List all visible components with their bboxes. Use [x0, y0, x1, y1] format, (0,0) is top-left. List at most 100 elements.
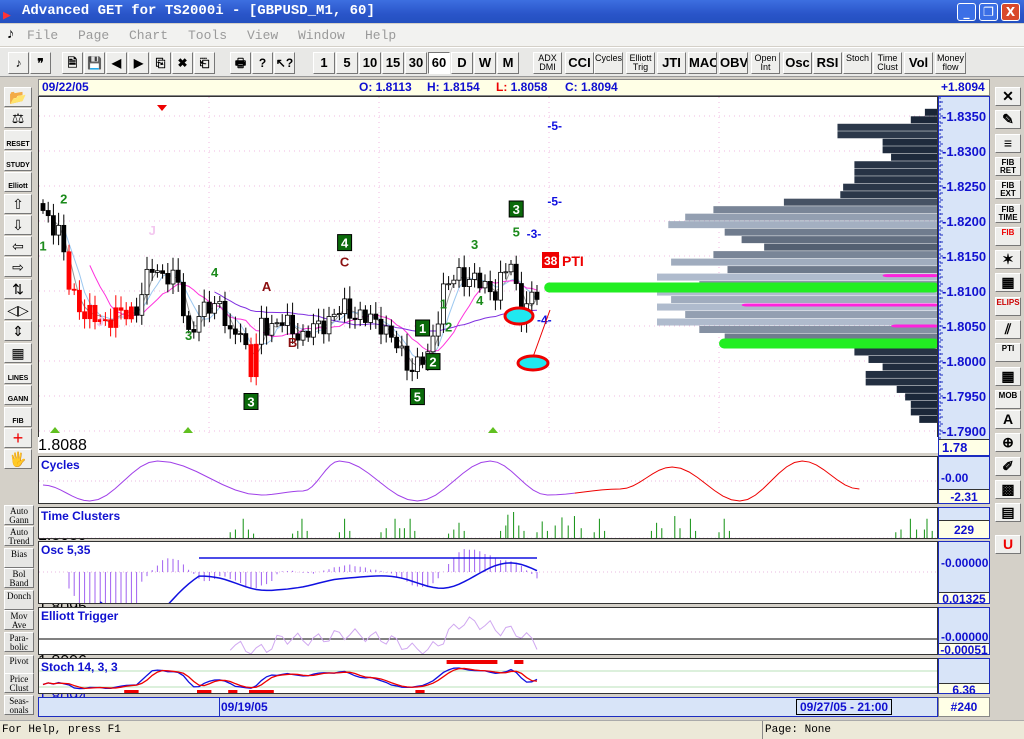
help-icon[interactable]: ?: [252, 52, 273, 74]
price-axis[interactable]: -1.8350 -1.8300 -1.8250 -1.8200 -1.8150 -1.81…: [938, 96, 990, 456]
back-icon[interactable]: ◀: [106, 52, 127, 74]
right-tool-pencil-button[interactable]: ✎: [995, 110, 1021, 130]
left-study-auto-trend[interactable]: Auto Trend: [4, 526, 34, 546]
menu-window[interactable]: Window: [298, 28, 345, 43]
right-tool-report-button[interactable]: ▤: [995, 503, 1021, 523]
quote-icon[interactable]: ❞: [30, 52, 51, 74]
left-study-auto-gann[interactable]: Auto Gann: [4, 505, 34, 525]
minimize-button[interactable]: _: [957, 3, 976, 21]
menu-tools[interactable]: Tools: [188, 28, 227, 43]
price-chart[interactable]: 1 2 J J 3 4 A B C 4 3 1 2 5 1 2 3 4 5 3 -5- -5- -3- -4- 38 PTI: [38, 96, 938, 441]
menu-help[interactable]: Help: [365, 28, 396, 43]
interval-M[interactable]: M: [497, 52, 519, 74]
new-page-icon[interactable]: 🗎: [62, 52, 83, 74]
left-tool-hand-print[interactable]: 🖐: [4, 449, 32, 470]
copy-icon[interactable]: ⎘: [150, 52, 171, 74]
context-help-icon[interactable]: ↖?: [274, 52, 295, 74]
print-icon[interactable]: 🖶: [230, 52, 251, 74]
right-tool-close-tool-button[interactable]: ✕: [995, 87, 1021, 106]
interval-60[interactable]: 60: [428, 52, 450, 74]
study-elliott-trig[interactable]: Elliott Trig: [626, 52, 655, 74]
paste-icon[interactable]: ⎗: [194, 52, 215, 74]
interval-30[interactable]: 30: [405, 52, 427, 74]
study-jti[interactable]: JTI: [657, 52, 686, 74]
right-tool-fib-ext-button[interactable]: FIB EXT: [995, 180, 1021, 200]
left-tool-study[interactable]: STUDY: [4, 150, 32, 171]
left-study-donch[interactable]: Donch: [4, 590, 34, 610]
study-stoch[interactable]: Stoch: [843, 52, 872, 74]
study-open-int[interactable]: Open Int: [751, 52, 780, 74]
study-obv[interactable]: OBV: [719, 52, 748, 74]
time-clusters-panel[interactable]: Time Clusters: [38, 507, 938, 539]
left-tool-crosshair[interactable]: +: [4, 427, 32, 448]
right-tool-pti-button[interactable]: PTI: [995, 343, 1021, 363]
menu-view[interactable]: View: [247, 28, 278, 43]
restore-button[interactable]: ❐: [979, 3, 998, 21]
left-study-pivot[interactable]: Pivot: [4, 655, 34, 675]
study-adx-dmi[interactable]: ADX DMI: [533, 52, 562, 74]
cycles-panel[interactable]: Cycles: [38, 456, 938, 504]
study-cycles[interactable]: Cycles: [594, 52, 623, 74]
left-study-bol-band[interactable]: Bol Band: [4, 568, 34, 588]
study-macd[interactable]: MACD: [688, 52, 717, 74]
study-osc[interactable]: Osc: [783, 52, 812, 74]
left-tool-arrow-right[interactable]: ⇨: [4, 257, 32, 278]
right-tool-mob-button[interactable]: MOB: [995, 389, 1021, 409]
right-tool-lines-button[interactable]: ≡: [995, 133, 1021, 153]
right-tool-eraser-button[interactable]: ✐: [995, 456, 1021, 476]
left-tool-lines[interactable]: LINES: [4, 363, 32, 384]
menu-chart[interactable]: Chart: [129, 28, 168, 43]
menu-page[interactable]: Page: [78, 28, 109, 43]
study-cci[interactable]: CCI: [565, 52, 594, 74]
save-icon[interactable]: 💾: [84, 52, 105, 74]
interval-W[interactable]: W: [474, 52, 496, 74]
delete-icon[interactable]: ✖: [172, 52, 193, 74]
left-tool-scales[interactable]: ⚖: [4, 108, 32, 129]
right-tool-text-button[interactable]: A: [995, 410, 1021, 429]
menu-file[interactable]: File: [27, 28, 58, 43]
interval-5[interactable]: 5: [336, 52, 358, 74]
right-tool-fan-button[interactable]: ✶: [995, 250, 1021, 270]
study-time-clust[interactable]: Time Clust: [873, 52, 902, 74]
left-study-price-clust[interactable]: Price Clust: [4, 673, 34, 693]
stochastic-panel[interactable]: Stoch 14, 3, 3: [38, 658, 938, 694]
left-study-mov-ave[interactable]: Mov Ave: [4, 610, 34, 630]
left-tool-gann[interactable]: GANN: [4, 385, 32, 406]
right-tool-ellipse-button[interactable]: ELIPS: [995, 296, 1021, 316]
study-vol[interactable]: Vol: [904, 52, 933, 74]
interval-D[interactable]: D: [451, 52, 473, 74]
right-tool-grid-button[interactable]: ▦: [995, 273, 1021, 293]
left-tool-compress-horizontal[interactable]: ◁▷: [4, 300, 32, 320]
right-tool-fib-arc-button[interactable]: FIB: [995, 226, 1021, 246]
right-tool-fib-ret-button[interactable]: FIB RET: [995, 156, 1021, 176]
left-tool-arrow-left[interactable]: ⇦: [4, 236, 32, 257]
right-tool-magnet-button[interactable]: U: [995, 534, 1021, 554]
left-tool-elliott[interactable]: Elliott: [4, 172, 32, 193]
left-tool-expand[interactable]: ⇕: [4, 321, 32, 342]
study-money-flow[interactable]: Money flow: [935, 52, 966, 74]
left-tool-arrow-down[interactable]: ⇩: [4, 214, 32, 235]
date-scroll-bar[interactable]: 09/19/05 09/27/05 - 21:00: [38, 697, 938, 717]
left-tool-open-folder[interactable]: 📂: [4, 87, 32, 107]
left-tool-reset[interactable]: RESET: [4, 129, 32, 150]
forward-icon[interactable]: ▶: [128, 52, 149, 74]
left-study-para-bolic[interactable]: Para-bolic: [4, 632, 34, 652]
right-tool-pattern-button[interactable]: ▩: [995, 479, 1021, 499]
left-tool-arrow-up[interactable]: ⇧: [4, 193, 32, 214]
pointer-icon[interactable]: ♪: [8, 52, 29, 74]
oscillator-panel[interactable]: Osc 5,35: [38, 541, 938, 604]
left-study-bias[interactable]: Bias: [4, 548, 34, 568]
interval-10[interactable]: 10: [359, 52, 381, 74]
elliott-trigger-panel[interactable]: Elliott Trigger: [38, 607, 938, 655]
left-tool-grid[interactable]: ▦: [4, 342, 32, 363]
right-tool-pitchfork-button[interactable]: ⫽: [995, 320, 1021, 339]
left-study-seas-onals[interactable]: Seas-onals: [4, 695, 34, 715]
interval-1[interactable]: 1: [313, 52, 335, 74]
right-tool-zoom-button[interactable]: ⊕: [995, 433, 1021, 453]
study-rsi[interactable]: RSI: [813, 52, 842, 74]
interval-15[interactable]: 15: [382, 52, 404, 74]
left-tool-compress-vertical[interactable]: ⇅: [4, 278, 32, 299]
close-button[interactable]: X: [1001, 3, 1020, 21]
right-tool-table-button[interactable]: ▦: [995, 366, 1021, 386]
left-tool-fib[interactable]: FIB: [4, 406, 32, 427]
